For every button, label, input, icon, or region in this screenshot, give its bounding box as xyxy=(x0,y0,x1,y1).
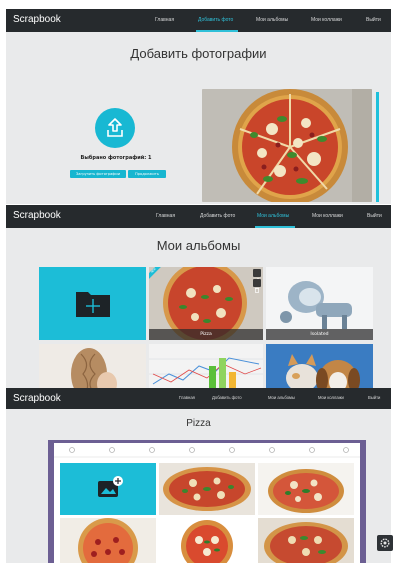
nav-add-photo[interactable]: Добавить фото xyxy=(212,395,242,400)
album-tile-charts[interactable] xyxy=(149,344,263,388)
add-image-icon xyxy=(98,476,123,497)
brand-logo[interactable]: Scrapbook xyxy=(13,210,61,221)
top-navbar: Scrapbook Главная Добавить фото Мои альб… xyxy=(6,205,391,228)
gear-icon xyxy=(380,538,390,548)
my-albums-screen: Scrapbook Главная Добавить фото Мои альб… xyxy=(6,205,391,388)
album-title: Isolated xyxy=(266,329,373,340)
photo-pizza xyxy=(258,518,354,563)
nav-logout[interactable]: Выйти xyxy=(367,213,382,219)
album-photo[interactable] xyxy=(258,518,354,563)
album-cover xyxy=(39,344,146,388)
settings-button[interactable] xyxy=(377,535,393,551)
binder-rings xyxy=(54,447,360,458)
nav-logout[interactable]: Выйти xyxy=(368,395,380,400)
preview-scrollbar[interactable] xyxy=(376,92,379,202)
delete-icon xyxy=(255,287,259,293)
edit-album-button[interactable] xyxy=(253,269,261,282)
album-cover xyxy=(149,344,263,388)
nav-add-photo[interactable]: Добавить фото xyxy=(200,213,235,219)
album-photo[interactable] xyxy=(159,518,255,563)
folder-plus-icon xyxy=(76,292,110,317)
add-photo-cell[interactable] xyxy=(60,463,156,515)
album-tile-hair[interactable] xyxy=(39,344,146,388)
photo-pizza xyxy=(258,463,354,515)
nav-my-collages[interactable]: Мои коллажи xyxy=(311,17,342,23)
nav-home[interactable]: Главная xyxy=(179,395,195,400)
nav-logout[interactable]: Выйти xyxy=(366,17,381,23)
new-album-tile[interactable] xyxy=(39,267,146,340)
album-cover xyxy=(266,344,373,388)
album-photo[interactable] xyxy=(159,463,255,515)
photo-pizza xyxy=(60,518,156,563)
top-navbar: Scrapbook Главная Добавить фото Мои альб… xyxy=(6,9,391,32)
selected-photo-preview xyxy=(202,89,372,202)
album-tile-isolated[interactable]: Isolated xyxy=(266,267,373,340)
nav-home[interactable]: Главная xyxy=(156,213,175,219)
nav-active-indicator xyxy=(196,30,238,32)
continue-button[interactable]: Продолжить xyxy=(128,170,166,178)
nav-my-albums[interactable]: Мои альбомы xyxy=(268,395,295,400)
album-photo[interactable] xyxy=(258,463,354,515)
nav-home[interactable]: Главная xyxy=(155,17,174,23)
nav-my-collages[interactable]: Мои коллажи xyxy=(318,395,344,400)
page-title: Мои альбомы xyxy=(156,238,241,253)
add-photos-screen: Scrapbook Главная Добавить фото Мои альб… xyxy=(6,9,391,204)
nav-active-indicator xyxy=(255,226,295,228)
selected-count: Выбрано фотографий: 1 xyxy=(80,155,152,161)
upload-photos-button[interactable]: Загрузить фотографии xyxy=(70,170,126,178)
top-navbar: Scrapbook Главная Добавить фото Мои альб… xyxy=(6,388,391,409)
pizza-photo xyxy=(202,89,372,202)
upload-button[interactable] xyxy=(95,108,135,148)
album-title: Pizza xyxy=(186,418,211,429)
nav-add-photo[interactable]: Добавить фото xyxy=(198,17,233,23)
album-title: Pizza xyxy=(149,329,263,340)
album-tile-pizza[interactable]: NEW Pizza xyxy=(149,267,263,340)
nav-my-albums[interactable]: Мои альбомы xyxy=(256,17,288,23)
album-tile-pets[interactable] xyxy=(266,344,373,388)
photo-pizza xyxy=(159,518,255,563)
upload-icon xyxy=(107,118,123,137)
album-view-screen: Scrapbook Главная Добавить фото Мои альб… xyxy=(6,388,391,563)
page-title: Добавить фотографии xyxy=(130,46,267,61)
brand-logo[interactable]: Scrapbook xyxy=(13,393,61,404)
nav-my-collages[interactable]: Мои коллажи xyxy=(312,213,343,219)
delete-album-button[interactable] xyxy=(253,279,261,293)
album-photo[interactable] xyxy=(60,518,156,563)
brand-logo[interactable]: Scrapbook xyxy=(13,14,61,25)
nav-my-albums[interactable]: Мои альбомы xyxy=(257,213,289,219)
photo-pizza xyxy=(159,463,255,515)
